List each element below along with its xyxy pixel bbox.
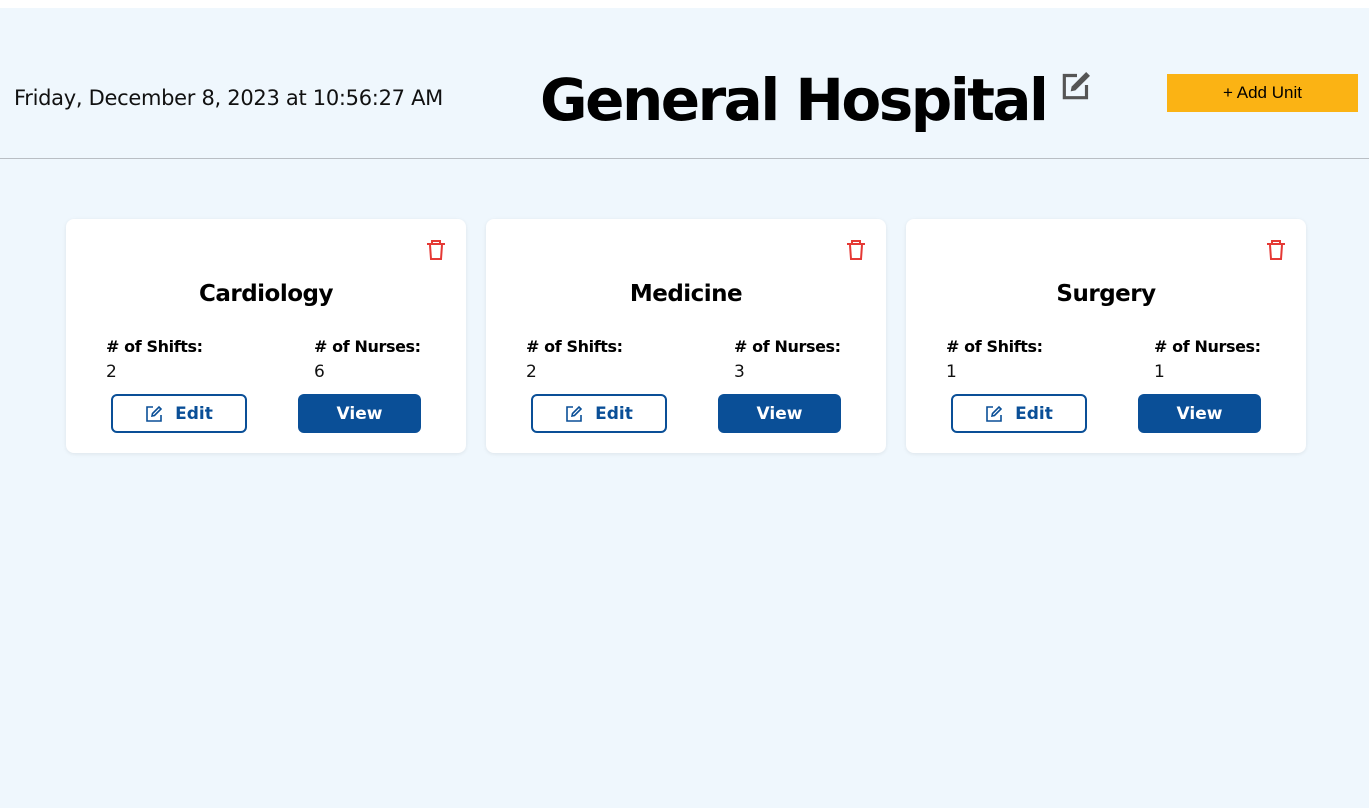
edit-icon	[986, 405, 1003, 422]
shifts-label: # of Shifts:	[526, 337, 623, 356]
unit-card: Cardiology # of Shifts: 2 # of Nurses: 6…	[66, 219, 466, 453]
edit-title-icon[interactable]	[1058, 66, 1096, 104]
shifts-label: # of Shifts:	[106, 337, 203, 356]
edit-icon	[146, 405, 163, 422]
unit-name: Cardiology	[198, 281, 334, 307]
unit-name: Medicine	[629, 281, 743, 307]
shifts-value: 2	[526, 362, 537, 382]
view-unit-button[interactable]: View	[1138, 394, 1261, 433]
unit-card: Medicine # of Shifts: 2 # of Nurses: 3 E…	[486, 219, 886, 453]
nurses-value: 3	[734, 362, 745, 382]
nurses-value: 6	[314, 362, 325, 382]
title-wrap: General Hospital	[540, 60, 1096, 140]
edit-label: Edit	[595, 403, 633, 424]
trash-icon[interactable]	[1266, 239, 1286, 261]
shifts-value: 2	[106, 362, 117, 382]
current-datetime: Friday, December 8, 2023 at 10:56:27 AM	[14, 86, 443, 110]
page-title: General Hospital	[540, 66, 1049, 134]
unit-name: Surgery	[1056, 281, 1156, 307]
unit-card: Surgery # of Shifts: 1 # of Nurses: 1 Ed…	[906, 219, 1306, 453]
nurses-label: # of Nurses:	[1154, 337, 1261, 356]
edit-label: Edit	[1015, 403, 1053, 424]
edit-unit-button[interactable]: Edit	[951, 394, 1087, 433]
trash-icon[interactable]	[846, 239, 866, 261]
view-unit-button[interactable]: View	[718, 394, 841, 433]
nurses-value: 1	[1154, 362, 1165, 382]
app-container: Friday, December 8, 2023 at 10:56:27 AM …	[0, 8, 1369, 808]
view-unit-button[interactable]: View	[298, 394, 421, 433]
edit-icon	[566, 405, 583, 422]
edit-unit-button[interactable]: Edit	[531, 394, 667, 433]
nurses-label: # of Nurses:	[734, 337, 841, 356]
add-unit-button[interactable]: + Add Unit	[1167, 74, 1358, 112]
edit-label: Edit	[175, 403, 213, 424]
shifts-label: # of Shifts:	[946, 337, 1043, 356]
nurses-label: # of Nurses:	[314, 337, 421, 356]
trash-icon[interactable]	[426, 239, 446, 261]
header: Friday, December 8, 2023 at 10:56:27 AM …	[0, 8, 1369, 159]
shifts-value: 1	[946, 362, 957, 382]
edit-unit-button[interactable]: Edit	[111, 394, 247, 433]
